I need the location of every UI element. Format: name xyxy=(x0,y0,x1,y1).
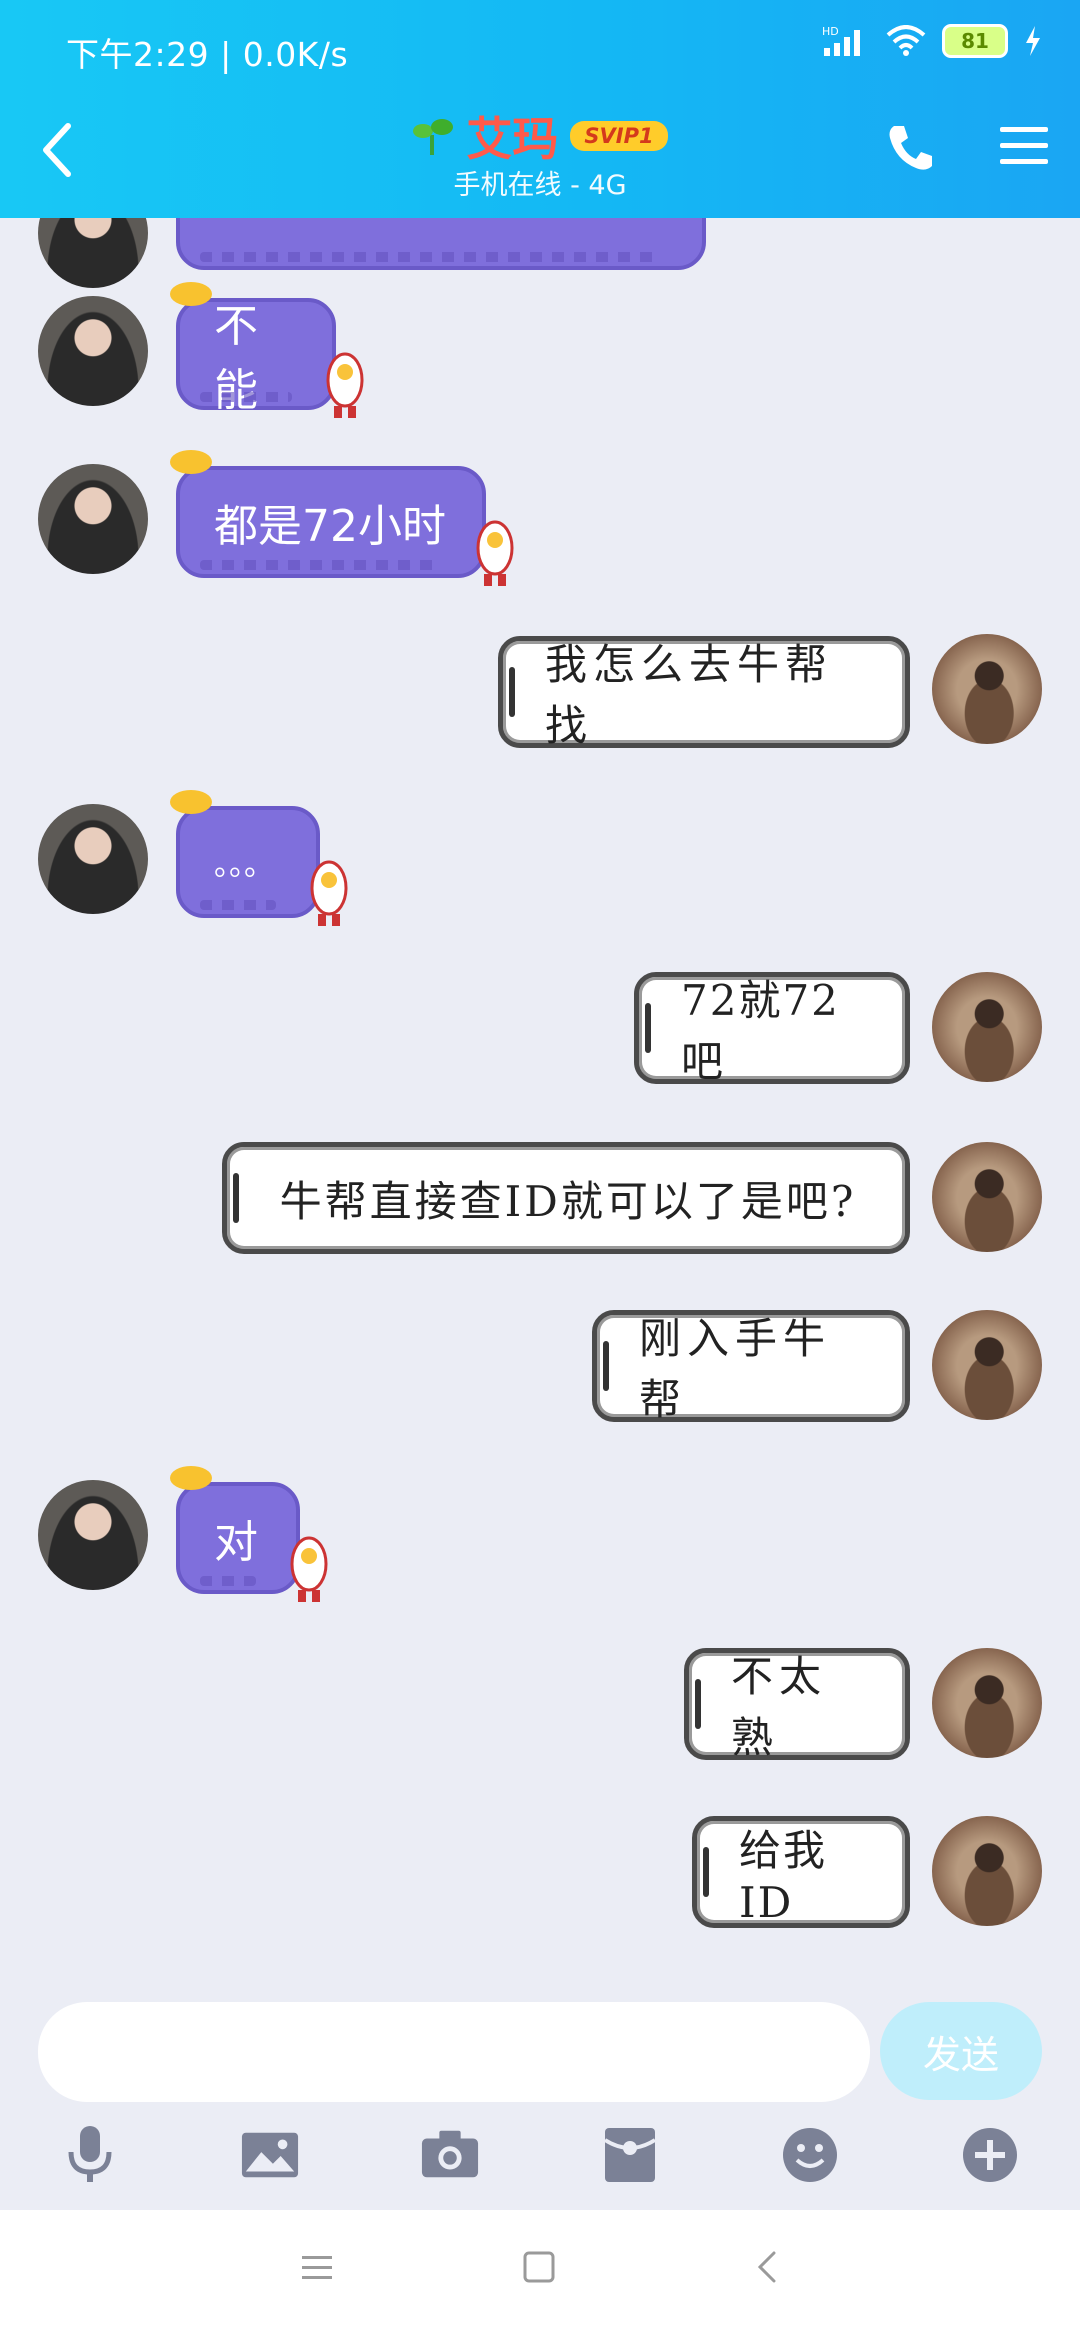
message-input[interactable] xyxy=(38,2002,870,2102)
message-bubble[interactable]: 对 xyxy=(170,1466,328,1602)
self-avatar[interactable] xyxy=(932,1816,1042,1926)
message-text: 都是72小时 xyxy=(214,501,446,552)
message-list[interactable]: 不能 都是72小时 我怎么去牛帮找 。。。 72就72吧 牛帮直接查ID就可以了… xyxy=(0,218,1080,1980)
message-text: 。。。 xyxy=(214,848,274,883)
message-text: 对 xyxy=(214,1517,258,1568)
mascot-decoration-icon xyxy=(326,352,364,418)
contact-name: 艾玛 xyxy=(466,112,559,166)
self-avatar[interactable] xyxy=(932,1310,1042,1420)
message-text: 牛帮直接查ID就可以了是吧? xyxy=(279,1176,857,1226)
message-text: 刚入手牛帮 xyxy=(639,1314,832,1424)
back-nav-icon[interactable] xyxy=(752,2250,782,2284)
contact-avatar[interactable] xyxy=(38,1480,148,1590)
wifi-icon xyxy=(886,25,926,56)
ufo-decoration-icon xyxy=(170,282,212,306)
plus-icon[interactable] xyxy=(960,2120,1020,2190)
self-avatar[interactable] xyxy=(932,634,1042,744)
self-avatar[interactable] xyxy=(932,1648,1042,1758)
message-bubble[interactable]: 我怎么去牛帮找 xyxy=(498,636,910,750)
charging-icon xyxy=(1026,26,1040,56)
phone-call-icon[interactable] xyxy=(886,122,934,172)
menu-icon[interactable] xyxy=(998,123,1050,169)
message-bubble[interactable]: 都是72小时 xyxy=(170,450,514,586)
message-text: 不太熟 xyxy=(731,1652,828,1762)
ufo-decoration-icon xyxy=(170,450,212,474)
red-packet-icon[interactable] xyxy=(600,2120,660,2190)
message-bubble[interactable]: 不太熟 xyxy=(684,1648,910,1762)
message-bubble[interactable]: 不能 xyxy=(170,282,364,418)
mic-icon[interactable] xyxy=(60,2120,120,2190)
svg-text:HD: HD xyxy=(822,25,839,38)
status-icons: HD 81 xyxy=(822,24,1042,58)
message-bubble[interactable]: 。。。 xyxy=(170,790,348,926)
signal-icon: HD xyxy=(822,25,860,56)
self-avatar[interactable] xyxy=(932,972,1042,1082)
message-bubble[interactable]: 牛帮直接查ID就可以了是吧? xyxy=(222,1142,910,1254)
self-avatar[interactable] xyxy=(932,1142,1042,1252)
sprout-icon xyxy=(413,119,454,155)
mascot-decoration-icon xyxy=(476,520,514,586)
image-icon[interactable] xyxy=(240,2120,300,2190)
emoji-icon[interactable] xyxy=(780,2120,840,2190)
battery-indicator: 81 xyxy=(942,24,1008,58)
message-text: 不能 xyxy=(214,301,258,416)
chat-header: 下午2:29 | 0.0K/s HD 81 艾玛 SVIP1 手机在线 - 4G xyxy=(0,0,1080,218)
message-text: 72就72吧 xyxy=(681,976,840,1086)
composer-toolbar xyxy=(0,2120,1080,2200)
message-bubble[interactable]: 刚入手牛帮 xyxy=(592,1310,910,1424)
message-text: 给我ID xyxy=(739,1826,828,1927)
contact-avatar[interactable] xyxy=(38,804,148,914)
vip-badge: SVIP1 xyxy=(570,121,668,151)
contact-avatar[interactable] xyxy=(38,218,148,288)
mascot-decoration-icon xyxy=(290,1536,328,1602)
contact-avatar[interactable] xyxy=(38,464,148,574)
mascot-decoration-icon xyxy=(310,860,348,926)
message-bubble[interactable]: 72就72吧 xyxy=(634,972,910,1086)
camera-icon[interactable] xyxy=(420,2120,480,2190)
status-time-speed: 下午2:29 | 0.0K/s xyxy=(66,35,349,74)
home-icon[interactable] xyxy=(522,2250,556,2284)
contact-avatar[interactable] xyxy=(38,296,148,406)
send-button[interactable]: 发送 xyxy=(880,2002,1042,2100)
recent-apps-icon[interactable] xyxy=(300,2250,334,2284)
message-bubble-partial xyxy=(176,218,706,270)
composer: 发送 xyxy=(0,1980,1080,2210)
system-nav-bar xyxy=(0,2210,1080,2340)
message-bubble[interactable]: 给我ID xyxy=(692,1816,910,1928)
ufo-decoration-icon xyxy=(170,790,212,814)
message-text: 我怎么去牛帮找 xyxy=(545,640,834,750)
ufo-decoration-icon xyxy=(170,1466,212,1490)
